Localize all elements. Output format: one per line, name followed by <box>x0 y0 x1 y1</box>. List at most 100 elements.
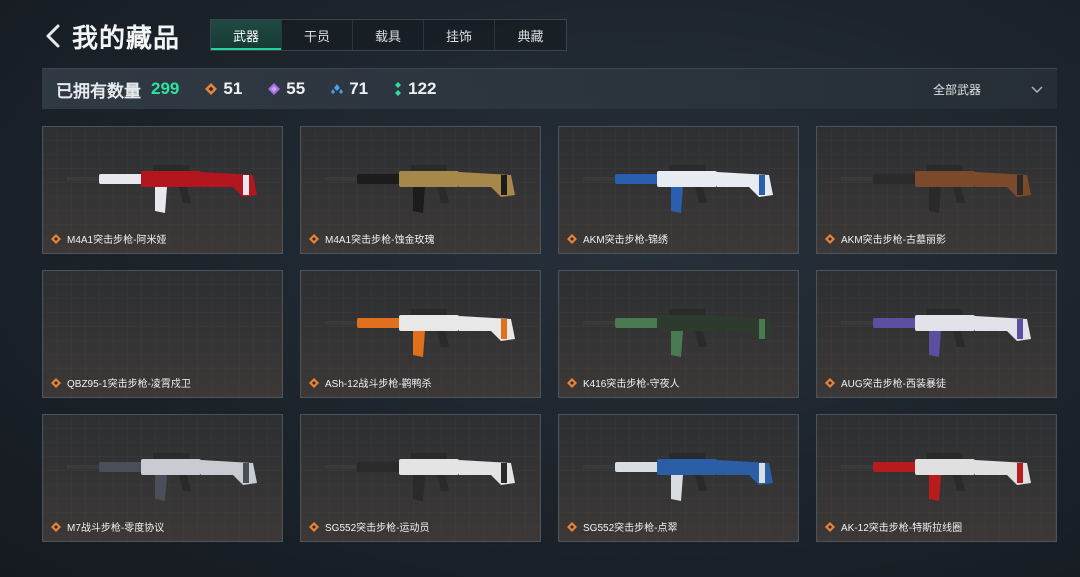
barrel <box>841 321 875 325</box>
weapon-image <box>583 165 773 213</box>
barrel <box>325 321 359 325</box>
back-button[interactable] <box>40 20 66 52</box>
magazine <box>929 331 941 357</box>
handguard <box>873 318 917 328</box>
handguard <box>615 318 659 328</box>
weapon-card[interactable]: M4A1突击步枪-蚀金玫瑰 <box>300 126 541 254</box>
weapon-name: M4A1突击步枪-蚀金玫瑰 <box>325 235 435 246</box>
top-rail <box>411 309 447 315</box>
weapon-card[interactable]: K416突击步枪-守夜人 <box>558 270 799 398</box>
handguard <box>873 174 917 184</box>
handguard <box>615 462 659 472</box>
top-rail <box>411 453 447 459</box>
weapon-card[interactable]: AKM突击步枪-古墓丽影 <box>816 126 1057 254</box>
magazine <box>413 475 425 501</box>
weapon-image <box>583 453 773 501</box>
rifle-silhouette <box>325 309 515 357</box>
butt-pad <box>501 463 507 483</box>
stats-bar: 已拥有数量 299 51 55 71 122 全部武器 <box>42 68 1057 109</box>
rarity-orange-icon <box>51 521 61 532</box>
weapon-name: SG552突击步枪-运动员 <box>325 523 430 534</box>
magazine <box>671 187 683 213</box>
rifle-silhouette <box>67 453 257 501</box>
rarity-orange-icon <box>51 377 61 388</box>
handguard <box>357 174 401 184</box>
rarity-orange-icon <box>567 521 577 532</box>
weapon-card[interactable]: AKM突击步枪-锦绣 <box>558 126 799 254</box>
handguard <box>357 318 401 328</box>
magazine <box>413 187 425 213</box>
handguard <box>99 462 143 472</box>
collection-grid: M4A1突击步枪-阿米娅 M4A1突击步枪-蚀金玫瑰 AKM突击步枪-锦绣 AK… <box>42 126 1058 542</box>
weapon-card[interactable]: AUG突击步枪-西装暴徒 <box>816 270 1057 398</box>
blue-triple-icon <box>331 84 344 94</box>
grip <box>437 475 449 491</box>
barrel <box>67 465 101 469</box>
weapon-image <box>325 165 515 213</box>
handguard <box>615 174 659 184</box>
chevron-down-icon <box>1031 85 1043 93</box>
barrel <box>583 177 617 181</box>
weapon-image <box>841 309 1031 357</box>
tab-operators[interactable]: 干员 <box>282 20 353 50</box>
rifle-silhouette <box>841 453 1031 501</box>
rarity-orange-icon <box>309 521 319 532</box>
orange-diamond-icon <box>205 83 218 95</box>
tab-weapons[interactable]: 武器 <box>211 20 282 50</box>
weapon-card[interactable]: QBZ95-1突击步枪-凌霄戍卫 <box>42 270 283 398</box>
butt-pad <box>243 463 249 483</box>
butt-pad <box>501 319 507 339</box>
tab-vehicles[interactable]: 载具 <box>353 20 424 50</box>
tab-charms[interactable]: 挂饰 <box>424 20 495 50</box>
tier-stat-blue: 71 <box>331 79 368 99</box>
rifle-silhouette <box>325 165 515 213</box>
weapon-image <box>841 453 1031 501</box>
rifle-silhouette <box>583 309 773 357</box>
weapon-card[interactable]: SG552突击步枪-运动员 <box>300 414 541 542</box>
top-rail <box>153 453 189 459</box>
weapon-card[interactable]: M4A1突击步枪-阿米娅 <box>42 126 283 254</box>
tab-collection[interactable]: 典藏 <box>495 20 566 50</box>
top-rail <box>927 165 963 171</box>
magazine <box>155 187 167 213</box>
magazine <box>671 331 683 357</box>
barrel <box>583 321 617 325</box>
weapon-card[interactable]: AK-12突击步枪-特斯拉线圈 <box>816 414 1057 542</box>
weapon-card[interactable]: ASh-12战斗步枪-鹳鸭杀 <box>300 270 541 398</box>
handguard <box>873 462 917 472</box>
receiver <box>915 459 975 475</box>
rarity-orange-icon <box>309 233 319 244</box>
weapon-card[interactable]: SG552突击步枪-点翠 <box>558 414 799 542</box>
weapon-image <box>325 309 515 357</box>
tier-stat-green: 122 <box>394 79 437 99</box>
weapon-filter-dropdown[interactable]: 全部武器 <box>933 69 1043 110</box>
rifle-silhouette <box>841 165 1031 213</box>
rarity-orange-icon <box>309 377 319 388</box>
grip <box>437 187 449 203</box>
magazine <box>155 475 167 501</box>
weapon-name: AKM突击步枪-锦绣 <box>583 235 668 246</box>
receiver <box>399 315 459 331</box>
weapon-image <box>57 285 269 371</box>
receiver <box>141 171 201 187</box>
grip <box>953 187 965 203</box>
owned-count: 299 <box>151 79 180 98</box>
receiver <box>657 315 717 331</box>
weapon-card[interactable]: M7战斗步枪-零度协议 <box>42 414 283 542</box>
receiver <box>399 459 459 475</box>
weapon-image <box>583 309 773 357</box>
rarity-orange-icon <box>825 521 835 532</box>
grip <box>179 475 191 491</box>
category-tabs: 武器 干员 载具 挂饰 典藏 <box>210 19 567 51</box>
weapon-name: AK-12突击步枪-特斯拉线圈 <box>841 523 963 534</box>
tier-stat-orange: 51 <box>205 79 242 99</box>
green-dots-icon <box>395 82 402 96</box>
butt-pad <box>1017 175 1023 195</box>
butt-pad <box>501 175 507 195</box>
grip <box>695 187 707 203</box>
tier-count-blue: 71 <box>349 79 369 98</box>
chevron-left-icon <box>46 24 60 48</box>
receiver <box>915 315 975 331</box>
weapon-name: QBZ95-1突击步枪-凌霄戍卫 <box>67 379 191 390</box>
barrel <box>841 177 875 181</box>
